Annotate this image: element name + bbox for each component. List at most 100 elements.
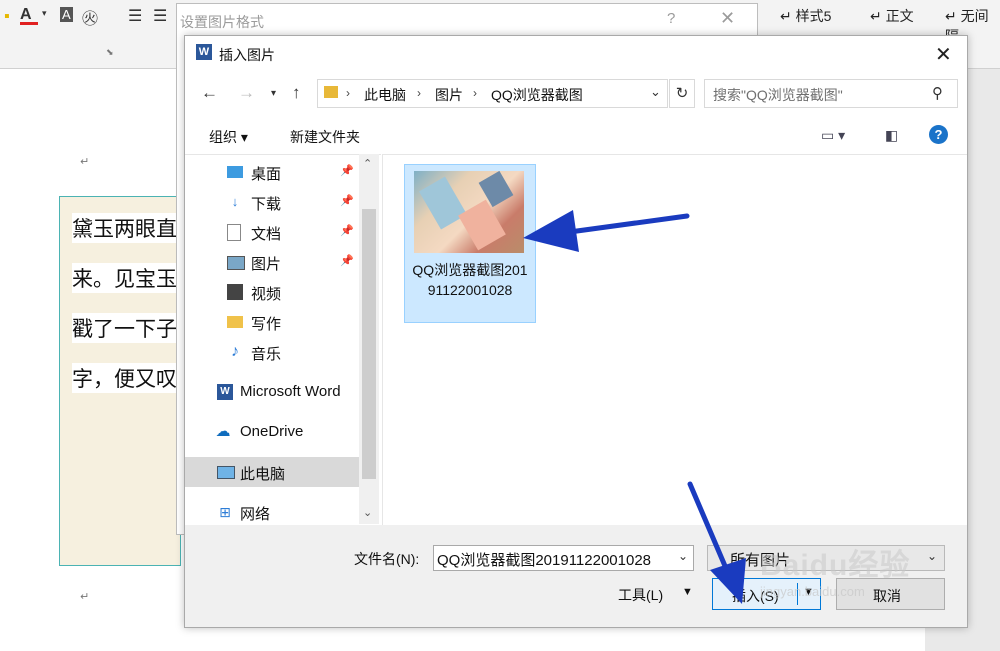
help-icon[interactable]: ? (929, 125, 948, 144)
nav-item-writing[interactable]: 写作 (185, 307, 359, 337)
preview-pane-icon[interactable]: ◧ (885, 127, 898, 144)
nav-label: 视频 (251, 286, 282, 303)
nav-label: 网络 (240, 506, 271, 523)
nav-item-documents[interactable]: 文档 📌 (185, 217, 359, 247)
breadcrumb-pictures[interactable]: 图片 (435, 85, 463, 105)
thumbnail-shape (458, 199, 506, 251)
nav-item-this-pc[interactable]: 此电脑 (185, 457, 359, 487)
enclose-char-icon[interactable]: ㊋ (82, 5, 98, 29)
back-button[interactable]: ← (201, 83, 218, 103)
organize-button[interactable]: 组织 ▾ (209, 127, 248, 147)
style-label: 正文 (885, 8, 914, 24)
nav-item-videos[interactable]: 视频 (185, 277, 359, 307)
nav-label: 桌面 (251, 166, 282, 183)
new-folder-button[interactable]: 新建文件夹 (290, 127, 360, 147)
nav-scrollbar[interactable]: ⌃ ⌄ (359, 154, 379, 524)
align-left-icon[interactable]: ☰ (128, 6, 142, 26)
style-label: 样式5 (795, 8, 832, 24)
chevron-right-icon[interactable]: › (346, 86, 350, 100)
text-line: 戳了一下子 (72, 313, 180, 343)
desktop-icon (227, 166, 243, 178)
nav-label: 音乐 (251, 346, 282, 363)
pin-icon[interactable]: 📌 (340, 224, 354, 237)
forward-button[interactable]: → (238, 83, 255, 103)
breadcrumb-this-pc[interactable]: 此电脑 (364, 85, 406, 105)
nav-item-downloads[interactable]: ↓ 下载 📌 (185, 187, 359, 217)
text-box[interactable]: 黛玉两眼直 来。见宝玉 戳了一下子 字，便又叹 (59, 196, 181, 566)
watermark-main: Baidu经验 (760, 549, 911, 582)
download-icon: ↓ (231, 194, 239, 209)
search-input[interactable]: 搜索"QQ浏览器截图" ⚲ (704, 79, 958, 108)
document-icon (227, 224, 241, 241)
paragraph-mark: ↵ (80, 156, 90, 168)
chevron-right-icon[interactable]: › (473, 86, 477, 100)
recent-dropdown-icon[interactable]: ▾ (271, 88, 276, 99)
align-center-icon[interactable]: ☰ (153, 6, 167, 26)
chevron-down-icon[interactable]: ⌄ (927, 549, 937, 563)
nav-label: OneDrive (240, 423, 304, 440)
format-dialog-title: 设置图片格式 (180, 14, 264, 30)
nav-item-music[interactable]: ♪ 音乐 (185, 337, 359, 367)
view-options-icon[interactable]: ▭ ▾ (821, 127, 845, 144)
paragraph-mark: ↵ (80, 591, 90, 603)
search-placeholder: 搜索"QQ浏览器截图" (713, 87, 843, 103)
scroll-up-icon[interactable]: ⌃ (363, 157, 372, 170)
nav-label: 此电脑 (240, 466, 286, 483)
refresh-button[interactable]: ↻ (669, 79, 695, 108)
arrow-head (523, 210, 579, 252)
nav-label: Microsoft Word (240, 383, 341, 400)
filename-label: 文件名(N): (354, 551, 420, 567)
watermark: Baidu经验 jingyan.baidu.com (760, 540, 910, 599)
chevron-right-icon[interactable]: › (417, 86, 421, 100)
up-button[interactable]: ↑ (292, 83, 301, 103)
filename-value: QQ浏览器截图20191122001028 (437, 552, 652, 569)
nav-item-word[interactable]: W Microsoft Word (185, 377, 359, 407)
video-icon (227, 284, 243, 300)
pin-icon[interactable]: 📌 (340, 254, 354, 267)
pin-icon[interactable]: 📌 (340, 164, 354, 177)
nav-item-network[interactable]: ⊞ 网络 (185, 497, 359, 527)
dialog-title: 插入图片 (219, 47, 275, 63)
chevron-down-icon[interactable]: ⌄ (650, 84, 661, 100)
font-color-bar (20, 22, 38, 25)
nav-item-pictures[interactable]: 图片 📌 (185, 247, 359, 277)
search-icon[interactable]: ⚲ (932, 84, 943, 102)
text-line: 字，便又叹 (72, 363, 180, 393)
word-icon: W (196, 44, 212, 60)
file-name: QQ浏览器截图20191122001028 (412, 262, 528, 298)
navigation-pane: 桌面 📌 ↓ 下载 📌 文档 📌 图片 📌 视频 写作 ♪ 音乐 W Micro… (185, 154, 381, 525)
scroll-down-icon[interactable]: ⌄ (363, 506, 372, 519)
address-bar[interactable]: › 此电脑 › 图片 › QQ浏览器截图 ⌄ (317, 79, 668, 108)
watermark-sub: jingyan.baidu.com (760, 584, 865, 599)
highlight-icon[interactable]: ▪ (4, 8, 10, 26)
format-close-button[interactable]: ✕ (720, 8, 735, 29)
style-item-2[interactable]: ↵ 正文 (870, 6, 914, 26)
scrollbar-thumb[interactable] (362, 209, 376, 479)
pin-icon[interactable]: 📌 (340, 194, 354, 207)
folder-icon (324, 86, 338, 98)
style-item-1[interactable]: ↵ 样式5 (780, 6, 831, 26)
arrow-head (710, 558, 746, 604)
onedrive-icon: ☁ (215, 423, 231, 440)
filename-input[interactable]: QQ浏览器截图20191122001028 ⌄ (433, 545, 694, 571)
text-line: 来。见宝玉 (72, 263, 180, 293)
tools-button[interactable]: 工具(L) (618, 585, 663, 605)
nav-item-desktop[interactable]: 桌面 📌 (185, 157, 359, 187)
format-help-button[interactable]: ? (667, 10, 675, 27)
char-shading-icon[interactable]: A (60, 7, 73, 22)
image-thumbnail (414, 170, 524, 253)
dialog-launcher-icon[interactable]: ⬊ (106, 47, 114, 58)
word-icon: W (217, 384, 233, 400)
nav-label: 写作 (251, 316, 282, 333)
nav-label: 文档 (251, 226, 282, 243)
breadcrumb-folder[interactable]: QQ浏览器截图 (491, 85, 583, 105)
network-icon: ⊞ (219, 504, 231, 520)
nav-label: 图片 (251, 256, 282, 273)
pictures-icon (227, 256, 245, 270)
text-line: 黛玉两眼直 (72, 213, 180, 243)
font-color-dropdown-icon[interactable]: ▾ (42, 8, 47, 19)
annotation-arrow-insert (687, 481, 746, 604)
nav-label: 下载 (251, 196, 282, 213)
close-button[interactable]: ✕ (935, 42, 952, 67)
nav-item-onedrive[interactable]: ☁ OneDrive (185, 417, 359, 447)
